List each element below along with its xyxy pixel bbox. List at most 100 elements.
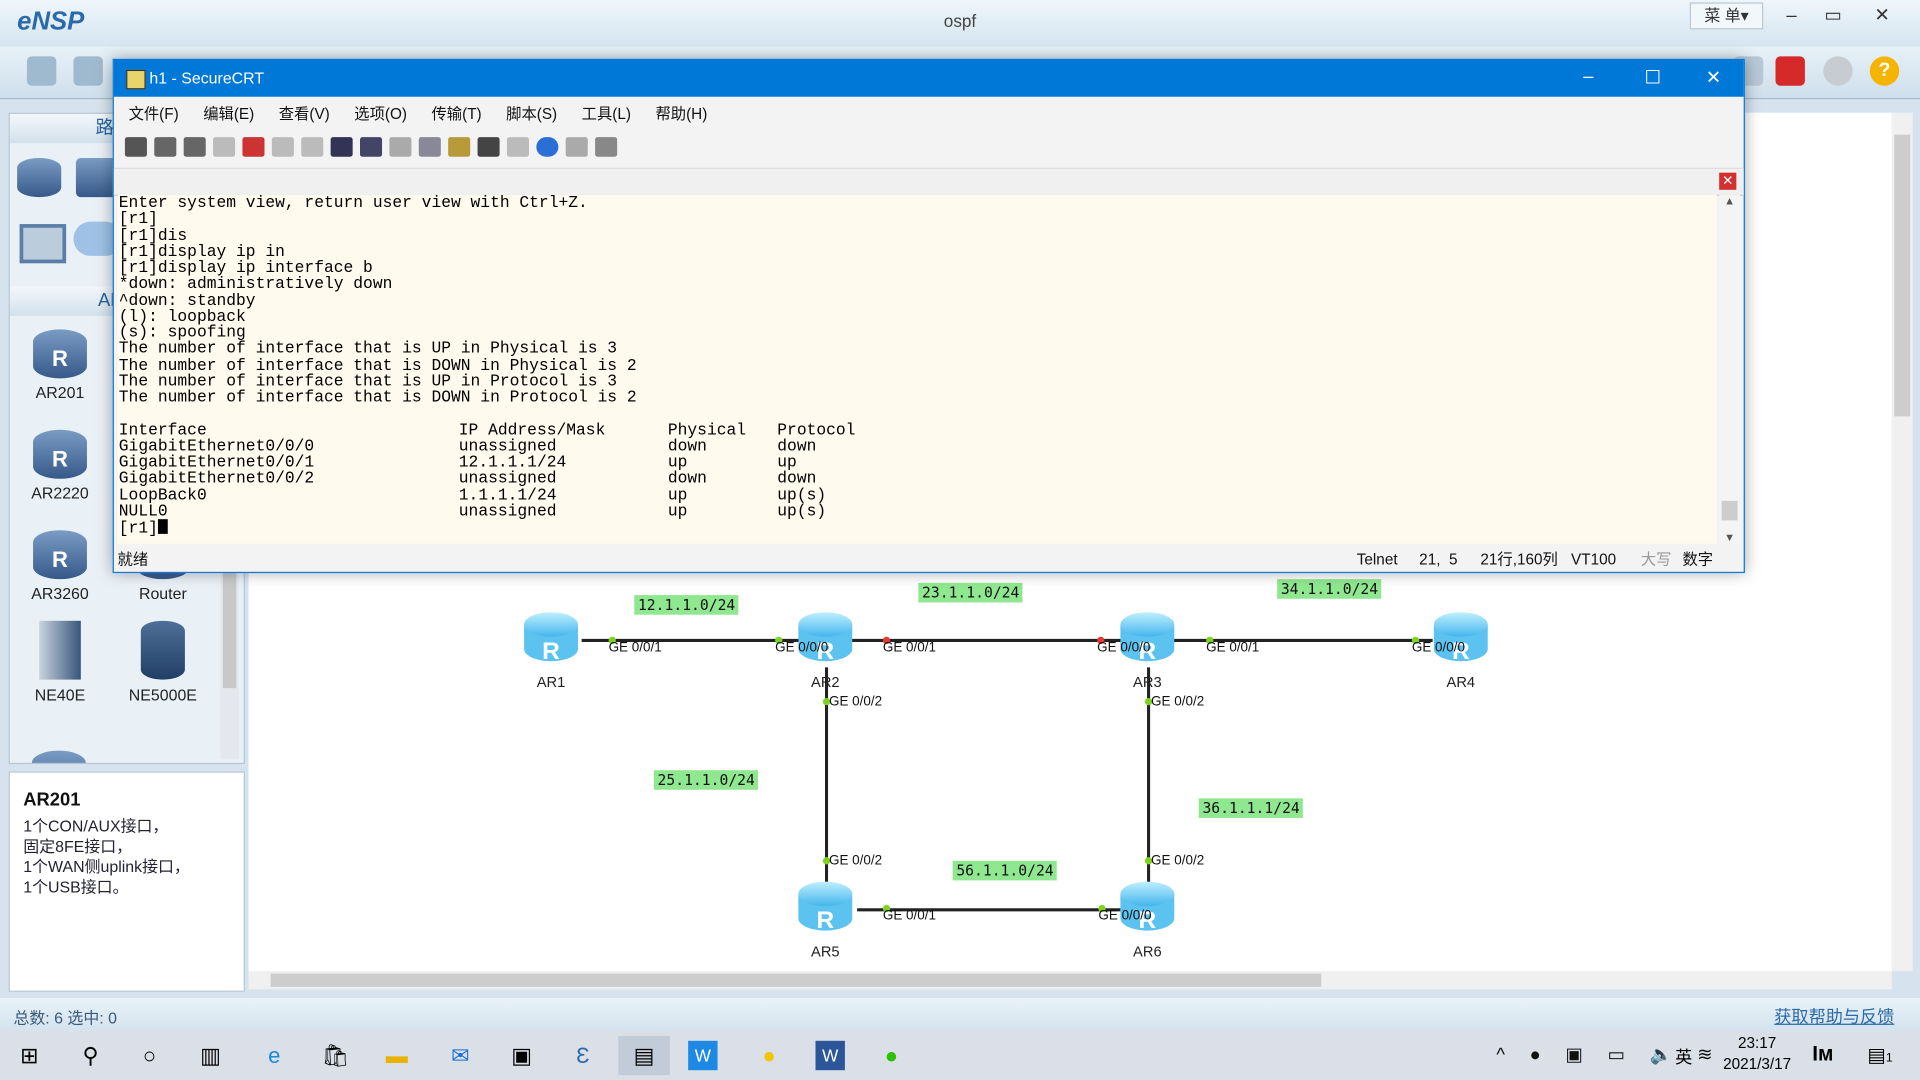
status-emulation: VT100 <box>1571 551 1617 569</box>
scroll-thumb[interactable] <box>270 973 1322 987</box>
ime-indicator[interactable]: 英 <box>1675 1044 1692 1068</box>
scroll-thumb[interactable] <box>1894 134 1911 417</box>
terminal-table-row: GigabitEthernet0/0/1 12.1.1.1/24 up up <box>119 454 1717 471</box>
table-cell: up <box>667 501 688 521</box>
copy-icon[interactable] <box>271 137 294 157</box>
network-label[interactable]: 34.1.1.0/24 <box>1277 579 1382 599</box>
search-icon[interactable]: ⚲ <box>71 1036 110 1075</box>
router-icon: R <box>1433 612 1488 665</box>
sftp-icon[interactable] <box>565 137 588 157</box>
maximize-icon[interactable]: ☐ <box>1644 66 1660 88</box>
router-ar5[interactable]: R <box>796 879 855 934</box>
router-label: AR2 <box>811 673 840 691</box>
start-icon[interactable]: ⊞ <box>10 1036 49 1075</box>
network-label[interactable]: 56.1.1.0/24 <box>952 860 1058 881</box>
terminal-output[interactable]: Enter system view, return user view with… <box>117 194 1717 544</box>
print-setup-icon[interactable] <box>360 137 383 157</box>
network-label[interactable]: 25.1.1.0/24 <box>653 770 759 790</box>
find-icon[interactable] <box>330 137 353 157</box>
music-icon[interactable]: ● <box>749 1036 788 1075</box>
router-icon: R <box>1120 612 1175 665</box>
port-label: GE 0/0/0 <box>775 640 829 656</box>
port-label: GE 0/0/2 <box>828 853 883 869</box>
session-options-icon[interactable] <box>448 137 471 157</box>
terminal-line: ^down: standby <box>118 290 256 310</box>
wechat-icon[interactable]: ● <box>872 1036 911 1075</box>
print-icon[interactable] <box>389 137 412 157</box>
paste-icon[interactable] <box>301 137 324 157</box>
scroll-down-icon[interactable]: ▼ <box>1719 531 1740 543</box>
terminal-table-row: GigabitEthernet0/0/2 unassigned down down <box>119 470 1717 487</box>
table-cell: 1.1.1.1/24 <box>458 485 557 504</box>
scroll-up-icon[interactable]: ▲ <box>1719 195 1740 207</box>
router-ar2[interactable]: R <box>796 610 855 665</box>
securecrt-title-bar[interactable]: h1 - SecureCRT – ☐ ✕ <box>113 60 1744 97</box>
menu-item[interactable]: 选项(O) <box>354 105 407 122</box>
wps-icon[interactable]: W <box>688 1040 718 1071</box>
canvas-vertical-scrollbar[interactable] <box>1891 112 1913 972</box>
router-ar6[interactable]: R <box>1118 879 1177 934</box>
router-label: AR1 <box>536 673 566 691</box>
more-icon[interactable] <box>595 137 618 157</box>
terminal-table-row: GigabitEthernet0/0/0 unassigned down down <box>119 438 1717 455</box>
router-label: AR5 <box>811 942 840 961</box>
terminal-line: [r1]dis <box>118 225 188 245</box>
menu-item[interactable]: 帮助(H) <box>655 105 707 122</box>
close-icon[interactable]: ✕ <box>1706 66 1721 88</box>
selection-count: 总数: 6 选中: 0 <box>13 1008 117 1028</box>
menu-item[interactable]: 查看(V) <box>279 105 330 122</box>
connect-tab-icon[interactable] <box>183 137 206 157</box>
global-options-icon[interactable] <box>477 137 500 157</box>
router-ar4[interactable]: R <box>1431 610 1490 665</box>
table-cell: unassigned <box>458 501 557 521</box>
minimize-icon[interactable]: – <box>1583 66 1593 87</box>
explorer-icon[interactable]: ▬ <box>377 1036 416 1075</box>
cortana-icon[interactable]: ○ <box>130 1036 169 1075</box>
app-icon[interactable]: ▣ <box>502 1036 541 1075</box>
scroll-thumb[interactable] <box>1721 500 1738 521</box>
network-label[interactable]: 36.1.1.1/24 <box>1198 798 1304 818</box>
router-ar1[interactable]: R <box>522 610 581 665</box>
help-feedback-link[interactable]: 获取帮助与反馈 <box>1774 1004 1894 1028</box>
status-num: 数字 <box>1682 551 1714 569</box>
router-icon: R <box>1120 881 1175 934</box>
router-label: AR6 <box>1133 942 1162 961</box>
keymap-icon[interactable] <box>506 137 529 157</box>
close-session-icon[interactable]: ✕ <box>1719 172 1737 190</box>
port-label: GE 0/0/0 <box>1411 640 1466 656</box>
terminal-line: The number of interface that is UP in Pr… <box>118 371 618 391</box>
menu-item[interactable]: 工具(L) <box>582 105 631 122</box>
network-label[interactable]: 23.1.1.0/24 <box>918 582 1024 603</box>
task-view-icon[interactable]: ▥ <box>191 1036 230 1075</box>
svg-text:R: R <box>816 907 834 933</box>
menu-item[interactable]: 编辑(E) <box>203 105 254 122</box>
table-cell: up <box>667 485 688 504</box>
store-icon[interactable]: 🛍 <box>316 1036 355 1075</box>
router-icon: R <box>798 881 853 934</box>
menu-item[interactable]: 脚本(S) <box>506 105 557 122</box>
terminal-line: Enter system view, return user view with… <box>118 194 588 212</box>
edge-icon[interactable]: e <box>255 1036 294 1075</box>
print-screen-icon[interactable] <box>418 137 441 157</box>
reconnect-icon[interactable] <box>213 137 236 157</box>
clock[interactable]: 23:17 2021/3/17 <box>1714 1033 1800 1075</box>
app-tray-icon[interactable]: Ім <box>1812 1042 1833 1066</box>
notification-icon[interactable]: ▤1 <box>1867 1043 1892 1067</box>
help-icon[interactable] <box>536 137 559 157</box>
canvas-horizontal-scrollbar[interactable] <box>248 971 1892 990</box>
word-icon[interactable]: W <box>815 1040 845 1071</box>
menu-item[interactable]: 文件(F) <box>129 105 179 122</box>
menu-item[interactable]: 传输(T) <box>431 105 481 122</box>
quick-connect-icon[interactable] <box>154 137 177 157</box>
terminal-line: *down: administratively down <box>118 274 393 293</box>
column-header: IP Address/Mask <box>458 420 606 439</box>
disconnect-icon[interactable] <box>242 137 265 157</box>
router-ar3[interactable]: R <box>1118 610 1177 665</box>
terminal-scrollbar[interactable]: ▲ ▼ <box>1719 194 1741 544</box>
connect-icon[interactable] <box>124 137 147 157</box>
network-label[interactable]: 12.1.1.0/24 <box>634 595 739 615</box>
mail-icon[interactable]: ✉ <box>441 1036 480 1075</box>
securecrt-task-icon[interactable]: ▤ <box>618 1035 670 1076</box>
ensp-task-icon[interactable]: Ɛ <box>563 1036 602 1075</box>
